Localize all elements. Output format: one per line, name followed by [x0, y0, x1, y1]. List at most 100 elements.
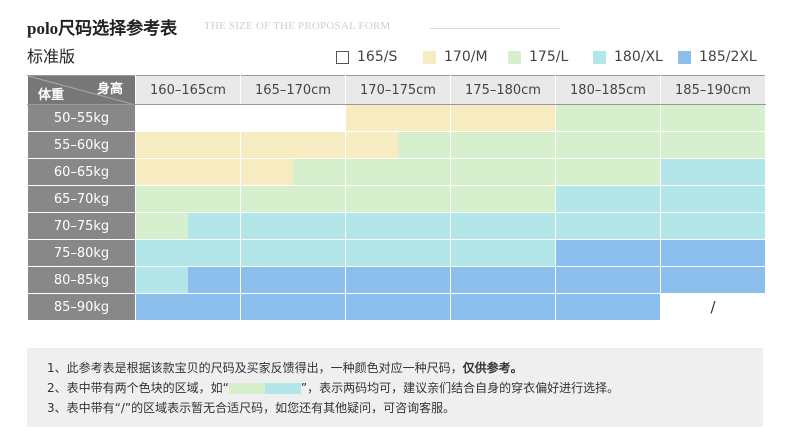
legend-label: 175/L [529, 49, 569, 65]
size-color-block [661, 132, 765, 158]
size-cell [450, 131, 556, 159]
legend-swatch [423, 50, 436, 64]
size-color-block [451, 267, 555, 293]
page-title: polo尺码选择参考表 [27, 19, 178, 38]
size-color-block [346, 159, 450, 185]
size-cell [135, 212, 241, 240]
size-cell [240, 185, 346, 213]
size-cell [345, 266, 451, 294]
size-color-block [241, 105, 345, 131]
size-cell: / [660, 293, 766, 321]
weight-range-label: 60–65kg [27, 158, 136, 186]
size-color-block [346, 132, 398, 158]
size-color-block [346, 186, 450, 212]
size-color-block [661, 213, 765, 239]
size-color-block [241, 159, 293, 185]
size-color-block [136, 294, 240, 320]
legend-swatch [336, 50, 349, 64]
size-cell [450, 266, 556, 294]
example-swatch-180-xl [264, 383, 301, 394]
size-cell [240, 212, 346, 240]
size-color-block [346, 213, 450, 239]
size-color-block [556, 294, 660, 320]
note-1-emphasis: 仅供参考。 [462, 361, 523, 375]
legend-item: 180/XL [593, 48, 663, 66]
height-range-header: 180–185cm [555, 75, 661, 105]
weight-range-label: 65–70kg [27, 185, 136, 213]
size-color-block [241, 132, 345, 158]
legend-item: 165/S [336, 48, 397, 66]
size-cell [660, 158, 766, 186]
size-cell [660, 131, 766, 159]
legend-item: 185/2XL [678, 48, 757, 66]
size-color-block [346, 294, 450, 320]
size-color-block [556, 240, 660, 266]
size-color-block [661, 159, 765, 185]
height-range-header: 185–190cm [660, 75, 766, 105]
size-cell [345, 239, 451, 267]
size-cell [135, 131, 241, 159]
size-cell [555, 239, 661, 267]
size-cell [555, 104, 661, 132]
size-color-block [346, 240, 450, 266]
size-color-block [136, 132, 240, 158]
table-row: 80–85kg [27, 266, 766, 294]
size-color-block [241, 213, 345, 239]
size-cell [450, 104, 556, 132]
size-chart-table: 身高 体重 160–165cm 165–170cm 170–175cm 175–180cm… [27, 75, 766, 321]
size-cell [135, 266, 241, 294]
size-color-block [556, 159, 660, 185]
note-line-1: 1、此参考表是根据该款宝贝的尺码及买家反馈得出，一种颜色对应一种尺码，仅供参考。 [47, 359, 523, 376]
size-cell [345, 293, 451, 321]
note-line-2: 2、表中带有两个色块的区域，如“ ”，表示两码均可，建议亲们结合自身的穿衣偏好进行… [47, 379, 619, 396]
size-cell [240, 104, 346, 132]
size-color-block [451, 105, 555, 131]
corner-header: 身高 体重 [27, 75, 136, 105]
notes-box: 1、此参考表是根据该款宝贝的尺码及买家反馈得出，一种颜色对应一种尺码，仅供参考。… [27, 348, 763, 427]
size-color-block [136, 105, 240, 131]
size-cell [450, 293, 556, 321]
note-1-text: 1、此参考表是根据该款宝贝的尺码及买家反馈得出，一种颜色对应一种尺码， [47, 361, 463, 375]
size-color-block [188, 267, 240, 293]
legend-item: 170/M [423, 48, 488, 66]
size-cell [240, 239, 346, 267]
size-cell [240, 131, 346, 159]
size-color-block [241, 186, 345, 212]
size-cell [450, 212, 556, 240]
table-row: 85–90kg / [27, 293, 766, 321]
size-color-block [451, 294, 555, 320]
legend-label: 170/M [444, 49, 488, 65]
size-cell [555, 212, 661, 240]
table-row: 70–75kg [27, 212, 766, 240]
size-color-block [451, 213, 555, 239]
size-cell [135, 104, 241, 132]
weight-axis-label: 体重 [38, 88, 65, 103]
size-color-block [661, 105, 765, 131]
size-cell [135, 185, 241, 213]
note-2-text-a: 2、表中带有两个色块的区域，如“ [47, 381, 229, 395]
size-cell [345, 185, 451, 213]
weight-range-label: 55–60kg [27, 131, 136, 159]
size-cell [345, 158, 451, 186]
legend-label: 185/2XL [699, 49, 757, 65]
size-cell [345, 212, 451, 240]
size-cell [555, 158, 661, 186]
size-color-block [136, 159, 240, 185]
table-row: 65–70kg [27, 185, 766, 213]
size-cell [345, 104, 451, 132]
size-color-block [241, 267, 345, 293]
subtitle-divider [430, 28, 560, 29]
weight-range-label: 80–85kg [27, 266, 136, 294]
height-range-header: 160–165cm [135, 75, 241, 105]
size-color-block [398, 132, 450, 158]
size-color-block [451, 132, 555, 158]
size-color-block [241, 240, 345, 266]
example-swatch-175-l [228, 383, 265, 394]
legend-swatch [678, 50, 691, 64]
size-color-block [136, 240, 240, 266]
size-color-block [346, 267, 450, 293]
height-range-header: 175–180cm [450, 75, 556, 105]
size-color-block [293, 159, 345, 185]
weight-range-label: 85–90kg [27, 293, 136, 321]
size-cell [135, 239, 241, 267]
